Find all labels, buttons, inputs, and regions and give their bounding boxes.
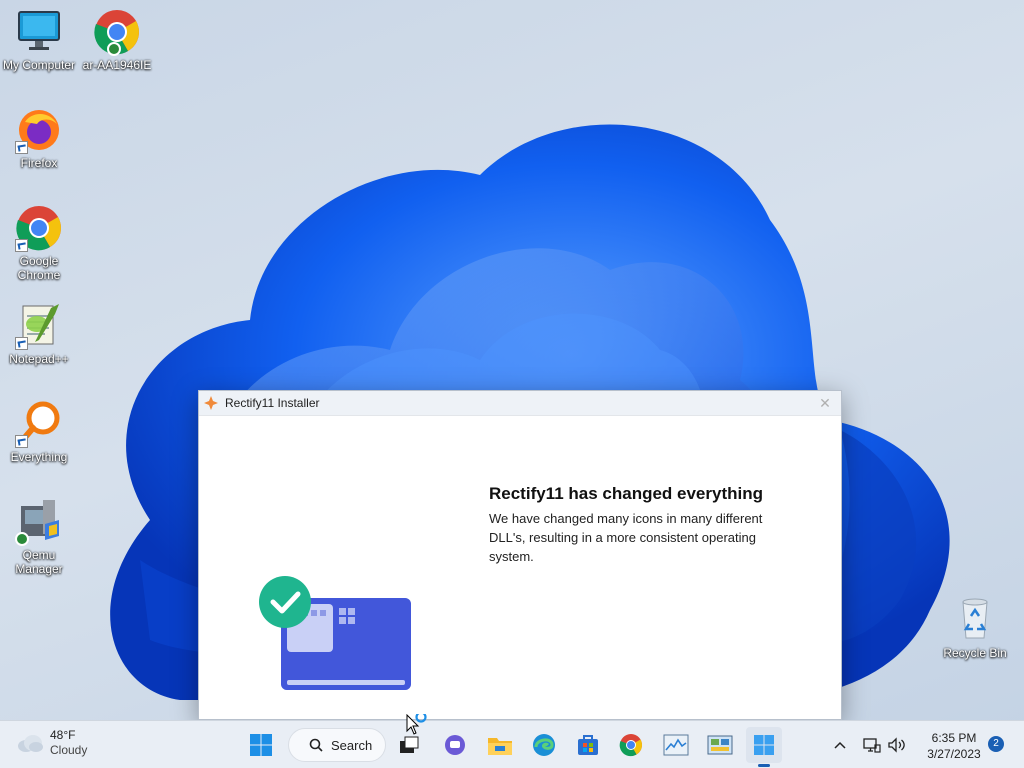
desktop-icon-everything[interactable]: Everything bbox=[0, 400, 78, 464]
shortcut-arrow-icon bbox=[15, 239, 28, 252]
shortcut-arrow-icon bbox=[15, 337, 28, 350]
rectify-app-icon bbox=[204, 396, 218, 410]
folder-icon bbox=[488, 738, 512, 755]
windows-logo-icon bbox=[250, 734, 272, 756]
desktop-icon-recycle-bin[interactable]: Recycle Bin bbox=[936, 596, 1014, 660]
sync-check-icon bbox=[107, 42, 121, 56]
cloud-icon bbox=[18, 735, 43, 752]
notepadpp-icon bbox=[15, 302, 63, 350]
busy-cursor-icon bbox=[406, 714, 427, 735]
firefox-icon bbox=[15, 106, 63, 154]
active-app-indicator bbox=[758, 764, 770, 767]
desktop-icon-google-chrome[interactable]: Google Chrome bbox=[0, 204, 78, 282]
notification-badge[interactable]: 2 bbox=[988, 736, 1004, 752]
task-view-icon bbox=[400, 736, 419, 753]
installer-icon bbox=[754, 735, 774, 755]
desktop-icon-label: Recycle Bin bbox=[943, 646, 1007, 660]
weather-widget[interactable]: 48°F Cloudy bbox=[16, 728, 87, 758]
teams-chat-button[interactable] bbox=[437, 727, 473, 763]
control-panel-button[interactable] bbox=[702, 727, 738, 763]
desktop-icon-label: Google Chrome bbox=[17, 254, 61, 282]
desktop-icon-my-computer[interactable]: My Computer bbox=[0, 8, 78, 72]
shortcut-arrow-icon bbox=[15, 435, 28, 448]
file-explorer-button[interactable] bbox=[482, 727, 518, 763]
start-button[interactable] bbox=[243, 727, 279, 763]
desktop-icon-notepadpp[interactable]: Notepad++ bbox=[0, 302, 78, 366]
chevron-up-icon bbox=[834, 741, 846, 749]
network-icon bbox=[863, 738, 881, 753]
clock-time: 6:35 PM bbox=[931, 731, 977, 745]
qemu-icon bbox=[15, 498, 63, 546]
chrome-icon bbox=[93, 8, 141, 56]
edge-button[interactable] bbox=[526, 727, 562, 763]
show-hidden-icons-button[interactable] bbox=[822, 727, 858, 763]
chrome-taskbar-button[interactable] bbox=[613, 727, 649, 763]
magnifier-icon bbox=[15, 400, 63, 448]
page-description: We have changed many icons in many diffe… bbox=[489, 511, 763, 564]
desktop-icon-label: ar-AA1946IE bbox=[82, 58, 152, 72]
page-heading: Rectify11 has changed everything bbox=[489, 484, 763, 503]
microsoft-store-button[interactable] bbox=[570, 727, 606, 763]
desktop-icon-label: Everything bbox=[10, 450, 68, 464]
clock-date: 3/27/2023 bbox=[927, 747, 981, 761]
window-titlebar[interactable]: Rectify11 Installer ✕ bbox=[199, 391, 841, 416]
weather-temperature: 48°F bbox=[50, 728, 76, 742]
rectify11-installer-taskbar-button[interactable] bbox=[746, 727, 782, 763]
system-clock[interactable]: 6:35 PM 3/27/2023 bbox=[914, 730, 994, 762]
network-button[interactable] bbox=[860, 727, 884, 763]
taskbar-search[interactable]: Search bbox=[288, 728, 386, 762]
chat-icon bbox=[445, 735, 465, 755]
search-label: Search bbox=[331, 737, 373, 753]
desktop-icon-label: Qemu Manager bbox=[15, 548, 63, 576]
installer-window[interactable]: Rectify11 Installer ✕ Rectify11 has chan… bbox=[198, 390, 842, 720]
activity-monitor-icon bbox=[663, 734, 689, 756]
desktop-icon-label: Notepad++ bbox=[9, 352, 69, 366]
edge-icon bbox=[533, 734, 555, 756]
chrome-icon bbox=[619, 734, 642, 757]
taskbar: 48°F Cloudy Search 6:35 PM 3/27/2023 bbox=[0, 720, 1024, 768]
task-manager-button[interactable] bbox=[658, 727, 694, 763]
weather-condition: Cloudy bbox=[50, 743, 88, 757]
recycle-bin-icon bbox=[951, 596, 999, 644]
desktop-icon-chrome-file[interactable]: ar-AA1946IE bbox=[78, 8, 156, 72]
monitor-icon bbox=[15, 8, 63, 56]
desktop-icon-firefox[interactable]: Firefox bbox=[0, 106, 78, 170]
speaker-icon bbox=[888, 737, 905, 753]
chrome-icon bbox=[15, 204, 63, 252]
store-icon bbox=[578, 735, 598, 755]
desktop-icon-label: My Computer bbox=[2, 58, 76, 72]
sync-check-icon bbox=[15, 532, 29, 546]
window-title: Rectify11 Installer bbox=[225, 396, 320, 410]
volume-button[interactable] bbox=[884, 727, 910, 763]
control-panel-icon bbox=[707, 735, 733, 755]
success-illustration bbox=[259, 576, 411, 690]
close-icon[interactable]: ✕ bbox=[809, 391, 841, 415]
desktop-icon-label: Firefox bbox=[20, 156, 58, 170]
desktop-icon-qemu-manager[interactable]: Qemu Manager bbox=[0, 498, 78, 576]
search-icon bbox=[309, 738, 323, 752]
shortcut-arrow-icon bbox=[15, 141, 28, 154]
